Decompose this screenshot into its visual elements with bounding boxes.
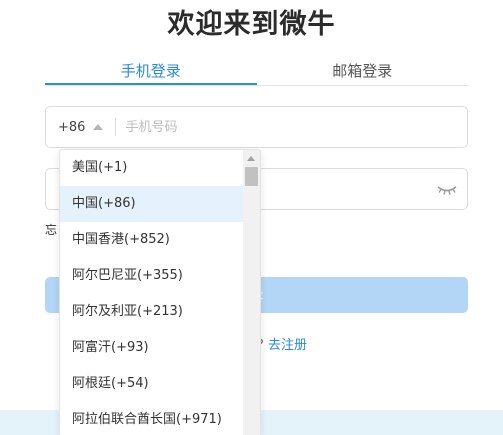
country-option[interactable]: 阿尔巴尼亚(+355) [60,258,244,294]
country-option[interactable]: 阿尔及利亚(+213) [60,294,244,330]
scroll-up-arrow-icon[interactable] [247,156,255,161]
country-code-list: 美国(+1) 中国(+86) 中国香港(+852) 阿尔巴尼亚(+355) 阿尔… [60,150,244,435]
country-code-select[interactable]: +86 [46,107,104,147]
phone-input[interactable] [116,107,467,147]
tab-phone-login[interactable]: 手机登录 [45,58,257,85]
eye-closed-icon[interactable] [437,182,457,196]
register-prompt: ? 去注册 [257,334,307,353]
country-option[interactable]: 中国香港(+852) [60,222,244,258]
country-option[interactable]: 美国(+1) [60,150,244,186]
caret-up-icon [93,124,104,130]
country-option[interactable]: 阿富汗(+93) [60,330,244,366]
dropdown-scrollbar[interactable] [243,150,260,435]
country-code-value: +86 [58,119,86,135]
tab-email-login[interactable]: 邮箱登录 [257,58,469,85]
forgot-password-link[interactable]: 忘 [45,221,57,238]
register-link[interactable]: 去注册 [268,338,307,353]
page-title: 欢迎来到微牛 [167,9,336,40]
scrollbar-thumb[interactable] [245,167,258,186]
country-code-dropdown: 美国(+1) 中国(+86) 中国香港(+852) 阿尔巴尼亚(+355) 阿尔… [59,149,261,435]
country-option[interactable]: 阿拉伯联合酋长国(+971) [60,402,244,435]
country-option[interactable]: 阿根廷(+54) [60,366,244,402]
country-option-selected[interactable]: 中国(+86) [60,186,244,222]
login-tabs: 手机登录 邮箱登录 [45,58,468,86]
phone-field: +86 [45,106,468,148]
